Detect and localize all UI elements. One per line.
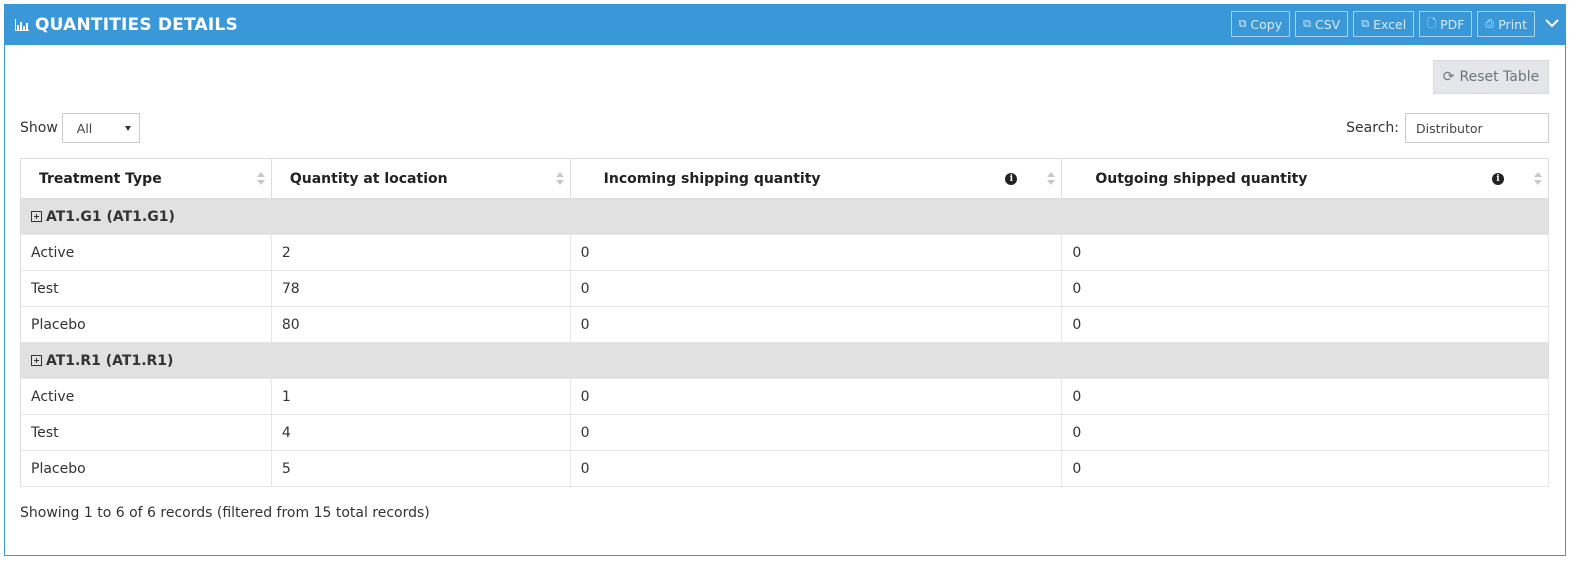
chevron-down-icon[interactable] — [1545, 16, 1559, 30]
caret-down-icon — [124, 125, 131, 131]
pdf-button[interactable]: 🗋 PDF — [1419, 11, 1473, 37]
column-header-outgoing-shipped-quantity[interactable]: Outgoing shipped quantity i — [1061, 158, 1549, 199]
search-control: Search: — [1346, 113, 1549, 143]
info-icon[interactable]: i — [1005, 173, 1018, 185]
table-row: Placebo 80 0 0 — [20, 306, 1549, 343]
sort-icon — [1534, 172, 1542, 186]
refresh-icon: ⟳ — [1442, 69, 1455, 85]
show-label: Show — [20, 120, 58, 136]
page-length-select[interactable]: All — [61, 113, 140, 143]
table-row: Test 4 0 0 — [20, 414, 1549, 451]
copy-icon: ⧉ — [1303, 17, 1311, 30]
column-header-quantity-at-location[interactable]: Quantity at location — [271, 158, 571, 199]
quantities-table: Treatment Type Quantity at location Inco… — [20, 158, 1549, 487]
copy-icon: ⧉ — [1238, 17, 1247, 30]
reset-table-button[interactable]: ⟳ Reset Table — [1433, 60, 1549, 94]
quantities-panel: QUANTITIES DETAILS ⧉ Copy ⧉ CSV ⧉ Excel 🗋 PD… — [4, 4, 1566, 556]
copy-button[interactable]: ⧉ Copy — [1230, 11, 1291, 37]
csv-button[interactable]: ⧉ CSV — [1295, 11, 1349, 37]
print-button[interactable]: ⎙ Print — [1477, 11, 1535, 37]
panel-title: QUANTITIES DETAILS — [15, 15, 238, 35]
export-buttons: ⧉ Copy ⧉ CSV ⧉ Excel 🗋 PDF ⎙ Print — [1230, 11, 1535, 37]
sort-icon — [1047, 172, 1056, 186]
expand-icon[interactable] — [31, 354, 42, 366]
search-label: Search: — [1346, 120, 1399, 136]
page-length-value: All — [76, 120, 93, 136]
sort-icon — [555, 172, 564, 186]
group-row-at1-r1[interactable]: AT1.R1 (AT1.R1) — [20, 342, 1549, 379]
copy-icon: ⧉ — [1361, 17, 1370, 30]
panel-title-text: QUANTITIES DETAILS — [35, 15, 238, 35]
table-header-row: Treatment Type Quantity at location Inco… — [20, 158, 1549, 199]
group-row-at1-g1[interactable]: AT1.G1 (AT1.G1) — [20, 198, 1549, 235]
bar-chart-icon — [15, 19, 29, 31]
expand-icon[interactable] — [31, 210, 42, 222]
search-input[interactable] — [1405, 113, 1549, 143]
info-icon[interactable]: i — [1492, 173, 1504, 185]
sort-icon — [256, 172, 265, 186]
table-row: Placebo 5 0 0 — [20, 450, 1549, 487]
print-icon: ⎙ — [1485, 17, 1495, 30]
file-icon: 🗋 — [1427, 16, 1437, 30]
column-header-incoming-shipping-quantity[interactable]: Incoming shipping quantity i — [570, 158, 1063, 199]
table-info: Showing 1 to 6 of 6 records (filtered fr… — [20, 505, 430, 521]
table-row: Active 2 0 0 — [20, 234, 1549, 271]
panel-header: QUANTITIES DETAILS ⧉ Copy ⧉ CSV ⧉ Excel 🗋 PD… — [5, 5, 1565, 45]
page-length-control: Show All — [20, 113, 140, 143]
column-header-treatment-type[interactable]: Treatment Type — [20, 158, 272, 199]
table-row: Active 1 0 0 — [20, 378, 1549, 415]
table-row: Test 78 0 0 — [20, 270, 1549, 307]
excel-button[interactable]: ⧉ Excel — [1353, 11, 1415, 37]
